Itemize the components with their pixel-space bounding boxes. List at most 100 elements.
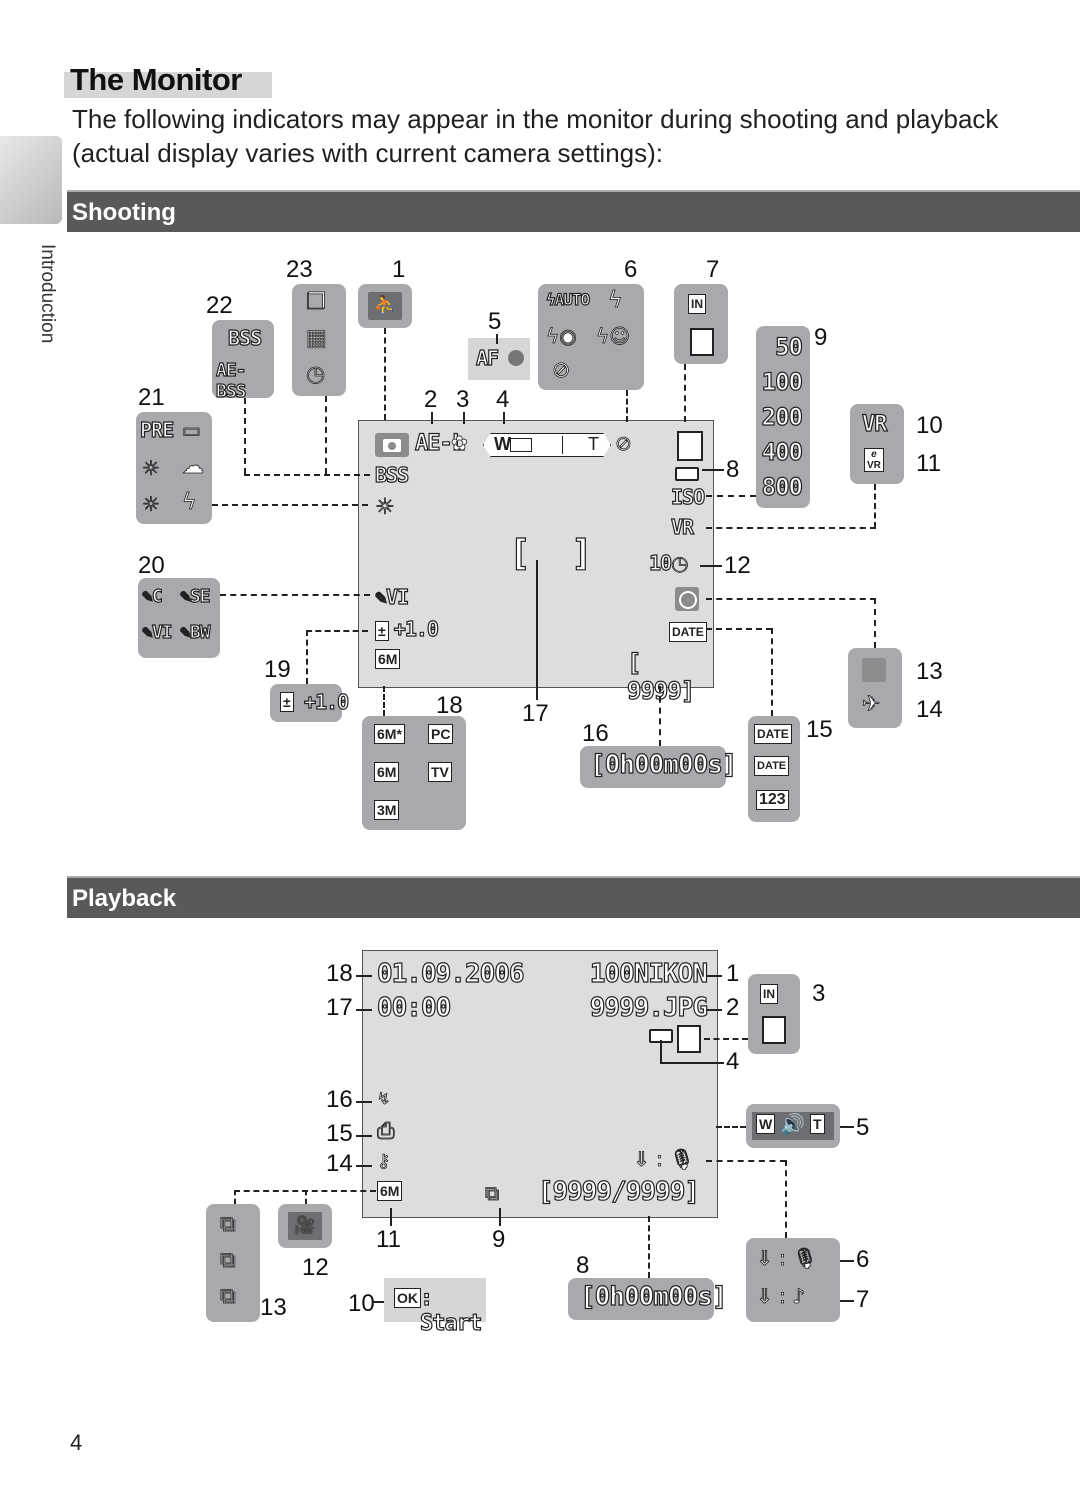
- vr-icon: VR: [861, 411, 888, 437]
- flash-auto-icon: ϟAUTO: [545, 289, 590, 309]
- continuous-icon: ❐: [306, 290, 327, 316]
- voice-memo-play-icon: ⇓ : ♪: [756, 1284, 806, 1309]
- callout-15: 15: [806, 716, 833, 743]
- connector: [706, 628, 772, 630]
- pb-callout-2: 2: [726, 994, 740, 1021]
- callout-11: 11: [916, 450, 941, 477]
- zoom-tele-label: T: [588, 434, 599, 454]
- callout-13: 13: [916, 658, 943, 685]
- callout-14: 14: [916, 696, 943, 723]
- connector: [840, 1300, 854, 1302]
- connector: [874, 598, 876, 648]
- pb-panel-voice-memo: ⇓ : 🎙 ⇓ : ♪: [746, 1238, 840, 1322]
- recording-date: 01.09.2006: [376, 958, 525, 989]
- connector: [220, 594, 370, 596]
- wb-flash-icon: ϟ: [182, 490, 197, 516]
- slow-sync-icon: ϟ☺: [596, 324, 631, 349]
- pb-callout-9: 9: [492, 1226, 506, 1253]
- movie-length: [0h00m00s]: [579, 1281, 728, 1312]
- scene-mode-icon: ⛹: [368, 292, 402, 320]
- panel-movie-time: [0h00m00s]: [580, 746, 738, 788]
- connector: [356, 1101, 372, 1103]
- callout-17: 17: [522, 700, 549, 727]
- callout-8: 8: [726, 456, 740, 483]
- connector: [840, 1260, 854, 1262]
- pb-panel-movie: 🎥: [278, 1204, 332, 1248]
- intro-line-1: The following indicators may appear in t…: [72, 104, 999, 134]
- connector: [648, 1216, 650, 1278]
- dpof-transfer-icon: ↯: [377, 1089, 391, 1109]
- connector: [660, 1062, 724, 1064]
- iso-value: 200: [761, 402, 804, 431]
- connector: [244, 474, 370, 476]
- connector: [785, 1160, 787, 1238]
- focus-area-brackets: [ ]: [508, 532, 593, 574]
- color-option-indicator: ✎VI: [374, 584, 409, 609]
- self-timer-indicator: 10◷: [648, 550, 689, 575]
- connector: [706, 975, 722, 977]
- connector: [372, 1301, 384, 1303]
- color-sepia-icon: ✎SE: [179, 585, 211, 607]
- date-time-imprint-icon: DATE: [754, 756, 790, 776]
- panel-iso-sensitivity: 50 100 200 400 800: [756, 326, 810, 508]
- clock-icon: [862, 658, 886, 682]
- memory-card-icon: [677, 1025, 701, 1053]
- pb-callout-16: 16: [326, 1086, 353, 1113]
- callout-22: 22: [206, 292, 233, 319]
- connector: [704, 1038, 748, 1040]
- color-bw-icon: ✎BW: [179, 621, 211, 643]
- volume-down-label: W: [756, 1114, 776, 1134]
- connector: [536, 560, 538, 700]
- af-label: AF: [475, 345, 499, 370]
- folder-name: 100NIKON: [589, 958, 708, 989]
- image-mode-indicator: 6M: [375, 649, 401, 669]
- shooting-mode-icon: [375, 433, 409, 457]
- multi-shot-16-icon: ▦: [306, 326, 328, 352]
- color-vivid-icon: ✎VI: [141, 621, 173, 643]
- pb-callout-15: 15: [326, 1120, 353, 1147]
- exposure-comp-value: +1.0: [303, 689, 349, 714]
- iso-values-list: 50 100 200 400 800: [761, 330, 804, 505]
- callout-1: 1: [392, 256, 406, 283]
- callout-9: 9: [814, 324, 828, 351]
- internal-memory-icon: IN: [760, 984, 778, 1004]
- ae-bss-icon: AE-BSS: [215, 359, 247, 402]
- white-balance-icon: ☼: [375, 495, 396, 521]
- connector: [706, 1009, 722, 1011]
- pb-callout-10: 10: [348, 1290, 375, 1317]
- panel-image-mode: 6M* PC 6M TV 3M: [362, 716, 466, 830]
- movie-icon: 🎥: [288, 1212, 322, 1240]
- panel-vibration-reduction: VR e VR: [850, 404, 904, 484]
- start-label: : Start: [419, 1285, 482, 1336]
- image-mode-pc: PC: [428, 724, 454, 744]
- pb-callout-7: 7: [856, 1286, 870, 1313]
- shooting-heading: Shooting: [67, 190, 1080, 232]
- callout-10: 10: [916, 412, 943, 439]
- panel-time-zone: ✈: [848, 648, 902, 728]
- connector: [706, 598, 876, 600]
- recording-time: 00:00: [376, 992, 451, 1023]
- callout-3: 3: [456, 386, 470, 413]
- connector: [234, 1190, 236, 1204]
- pb-callout-17: 17: [326, 994, 353, 1021]
- panel-continuous: ❐ ▦ ◷: [292, 284, 346, 396]
- frame-count: [9999/9999]: [537, 1176, 700, 1207]
- connector: [306, 630, 368, 632]
- battery-icon: [675, 467, 699, 481]
- flash-fill-icon: ϟ: [608, 288, 623, 314]
- pb-panel-movie-time: [0h00m00s]: [568, 1278, 728, 1320]
- connector: [383, 686, 385, 716]
- pb-ok-start: OK : Start: [384, 1278, 486, 1337]
- callout-21: 21: [138, 384, 165, 411]
- connector: [771, 628, 773, 716]
- dlighting-icon: ⧉: [485, 1181, 500, 1206]
- pb-callout-14: 14: [326, 1150, 353, 1177]
- connector: [305, 1190, 307, 1204]
- iso-value: 100: [761, 367, 804, 396]
- exposure-comp-indicator: ± +1.0: [375, 616, 440, 642]
- connector: [306, 630, 308, 684]
- bss-indicator: BSS: [374, 462, 409, 487]
- playback-monitor-screen: 01.09.2006 00:00 100NIKON 9999.JPG ↯ ⎙ ⚷…: [362, 950, 718, 1218]
- connector: [503, 412, 505, 424]
- panel-af-indicator: AF: [468, 338, 530, 380]
